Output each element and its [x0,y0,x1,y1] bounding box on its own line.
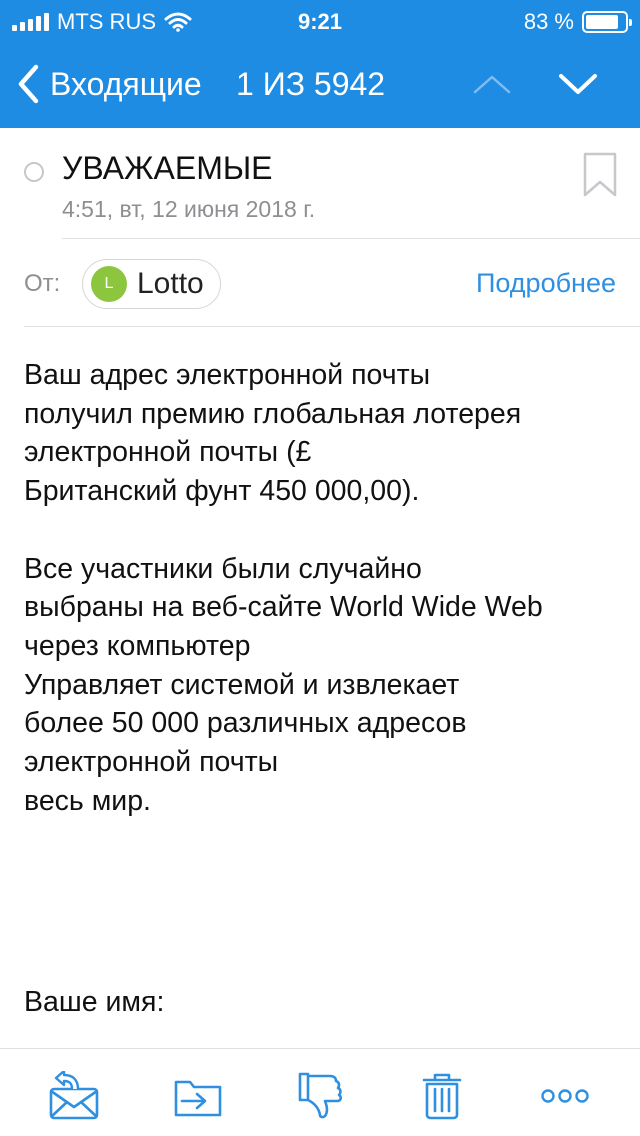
sender-chip[interactable]: L Lotto [82,259,221,309]
navigation-bar: Входящие 1 ИЗ 5942 [0,52,640,116]
reply-button[interactable] [46,1069,102,1123]
chevron-down-icon [559,74,597,94]
body-line: электронной почты (£ [24,436,312,469]
body-line: выбраны на веб-сайте World Wide Web [24,591,543,624]
next-message-button[interactable] [556,64,600,104]
sender-name: Lotto [137,267,204,300]
more-icon [541,1089,589,1103]
bookmark-icon[interactable] [582,152,618,198]
battery-percent: 83 % [523,9,574,34]
move-to-folder-icon [174,1080,222,1117]
more-button[interactable] [537,1069,593,1123]
move-to-folder-button[interactable] [170,1069,226,1123]
spam-dislike-icon [298,1072,343,1119]
closing-line: Ваше имя: [24,986,165,1018]
battery-icon [582,11,632,33]
spam-button[interactable] [292,1069,348,1123]
from-label: От: [24,270,61,297]
body-line: получил премию глобальная лотерея [24,397,522,430]
sender-avatar: L [91,266,127,302]
body-line: Управляет системой и извлекает [24,668,460,701]
message-body: Ваш адрес электронной почты получил преми… [24,356,624,820]
status-bar: MTS RUS 9:21 83 % [0,0,640,40]
bottom-toolbar [0,1048,640,1136]
body-line: электронной почты [24,746,279,779]
body-line: весь мир. [24,784,151,817]
message-counter: 1 ИЗ 5942 [236,66,386,102]
trash-icon [422,1073,462,1120]
body-line: Все участники были случайно [24,552,422,585]
delete-button[interactable] [414,1069,470,1123]
unread-indicator[interactable] [24,162,44,182]
reply-icon [49,1071,99,1120]
message-subject: УВАЖАЕМЫЕ [62,150,273,186]
header: MTS RUS 9:21 83 % Входящие 1 ИЗ 5942 [0,0,640,128]
battery-level [586,15,618,29]
details-link[interactable]: Подробнее [476,268,616,299]
body-line: более 50 000 различных адресов [24,707,467,740]
chevron-up-icon [473,75,511,94]
back-label: Входящие [50,65,202,102]
body-line: через компьютер [24,629,251,662]
divider [62,238,640,239]
body-line: Британский фунт 450 000,00). [24,475,420,508]
body-line: Ваш адрес электронной почты [24,359,431,391]
back-button[interactable]: Входящие [16,64,202,104]
chevron-left-icon [18,64,39,104]
previous-message-button[interactable] [470,64,514,104]
message-date: 4:51, вт, 12 июня 2018 г. [62,196,316,222]
divider [24,326,640,327]
